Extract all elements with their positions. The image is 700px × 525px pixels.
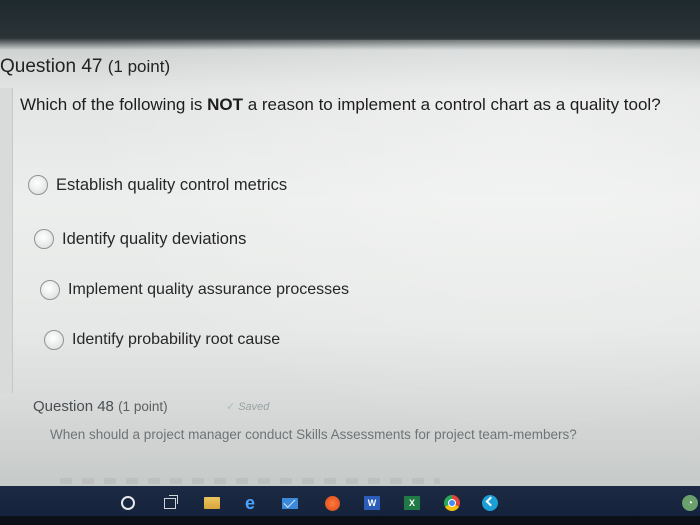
word-glyph: W	[364, 496, 380, 510]
radio-button-1[interactable]	[28, 175, 48, 195]
question-47-prompt-start: Which of the following is	[20, 95, 208, 114]
answer-option-4-label: Identify probability root cause	[72, 331, 281, 348]
partially-visible-content	[60, 478, 440, 484]
edge-icon[interactable]: e	[240, 492, 260, 513]
checkmark-icon: ✓	[226, 401, 236, 413]
chrome-icon[interactable]	[442, 494, 462, 512]
answer-option-1[interactable]: Establish quality control metrics	[28, 175, 287, 195]
excel-icon[interactable]: X	[402, 494, 422, 512]
answer-option-3[interactable]: Implement quality assurance processes	[40, 280, 349, 300]
task-view-icon[interactable]	[160, 494, 180, 512]
question-47-label: Question 47	[0, 56, 103, 77]
question-47-prompt-emphasis: NOT	[207, 95, 243, 114]
app-icon-right[interactable]: ◔	[680, 494, 700, 512]
answer-option-2[interactable]: Identify quality deviations	[34, 229, 246, 249]
cortana-icon[interactable]	[118, 494, 138, 512]
question-48-points: (1 point)	[118, 399, 168, 414]
edge-glyph: e	[244, 492, 255, 513]
question-48-header: Question 48 (1 point)	[33, 398, 168, 415]
radio-button-4[interactable]	[44, 330, 64, 350]
question-48-prompt: When should a project manager conduct Sk…	[50, 427, 577, 442]
excel-glyph: X	[404, 496, 420, 510]
saved-status: ✓ Saved	[226, 400, 269, 413]
answer-option-1-label: Establish quality control metrics	[56, 175, 288, 194]
radio-button-3[interactable]	[40, 280, 60, 300]
answer-option-4[interactable]: Identify probability root cause	[44, 330, 280, 350]
answer-option-3-label: Implement quality assurance processes	[68, 281, 350, 298]
answer-option-2-label: Identify quality deviations	[62, 229, 247, 248]
word-icon[interactable]: W	[362, 494, 382, 512]
question-48-label: Question 48	[33, 398, 114, 415]
question-47-prompt: Which of the following is NOT a reason t…	[20, 94, 670, 115]
taskbar-bezel	[0, 516, 700, 525]
question-47-header: Question 47 (1 point)	[0, 56, 170, 78]
media-icon[interactable]	[322, 494, 342, 512]
mail-icon[interactable]	[280, 494, 300, 512]
question-left-rule	[0, 88, 13, 393]
file-explorer-icon[interactable]	[202, 494, 222, 512]
app-icon[interactable]	[480, 494, 500, 512]
question-47-prompt-end: a reason to implement a control chart as…	[242, 95, 661, 114]
radio-button-2[interactable]	[34, 229, 54, 249]
question-47-points: (1 point)	[107, 57, 171, 76]
saved-status-label: Saved	[238, 401, 270, 413]
